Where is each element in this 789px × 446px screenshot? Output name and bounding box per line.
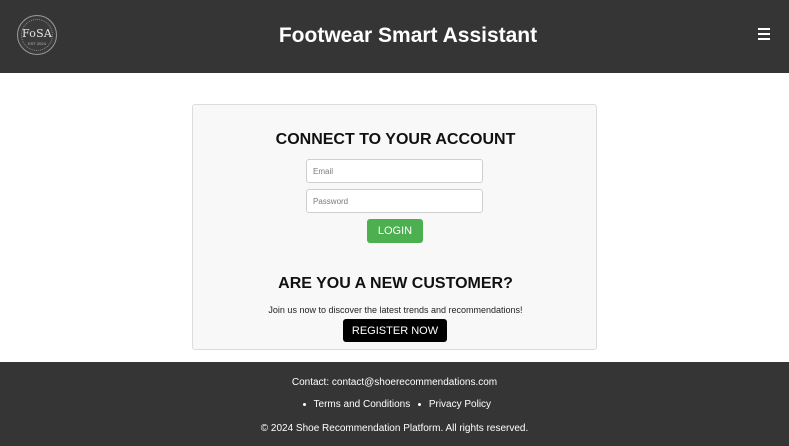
login-heading: CONNECT TO YOUR ACCOUNT	[275, 131, 516, 148]
terms-link[interactable]: Terms and Conditions	[314, 399, 411, 410]
menu-line-bottom	[758, 38, 770, 40]
bullet-icon	[302, 402, 306, 406]
login-button[interactable]: LOGIN	[367, 219, 423, 243]
footer-links: Terms and Conditions Privacy Policy	[0, 399, 789, 410]
menu-line-middle	[758, 33, 770, 35]
register-now-button[interactable]: REGISTER NOW	[343, 319, 447, 342]
contact-line: Contact: contact@shoerecommendations.com	[0, 377, 789, 388]
contact-label: Contact:	[291, 377, 330, 388]
site-footer: Contact: contact@shoerecommendations.com…	[0, 362, 789, 446]
register-description: Join us now to discover the latest trend…	[268, 305, 523, 315]
new-customer-heading: ARE YOU A NEW CUSTOMER?	[278, 275, 513, 292]
bullet-icon	[418, 402, 422, 406]
copyright-text: © 2024 Shoe Recommendation Platform. All…	[260, 423, 529, 434]
site-header: FoSA EST 2024 Footwear Smart Assistant	[0, 0, 789, 73]
password-input[interactable]	[306, 189, 483, 213]
email-input[interactable]	[306, 159, 483, 183]
privacy-link[interactable]: Privacy Policy	[429, 399, 491, 410]
contact-email-link[interactable]: contact@shoerecommendations.com	[332, 377, 497, 388]
hamburger-menu-icon[interactable]	[758, 28, 772, 42]
site-title: Footwear Smart Assistant	[278, 24, 538, 47]
menu-line-top	[758, 28, 770, 30]
account-card: CONNECT TO YOUR ACCOUNT LOGIN ARE YOU A …	[192, 104, 597, 350]
